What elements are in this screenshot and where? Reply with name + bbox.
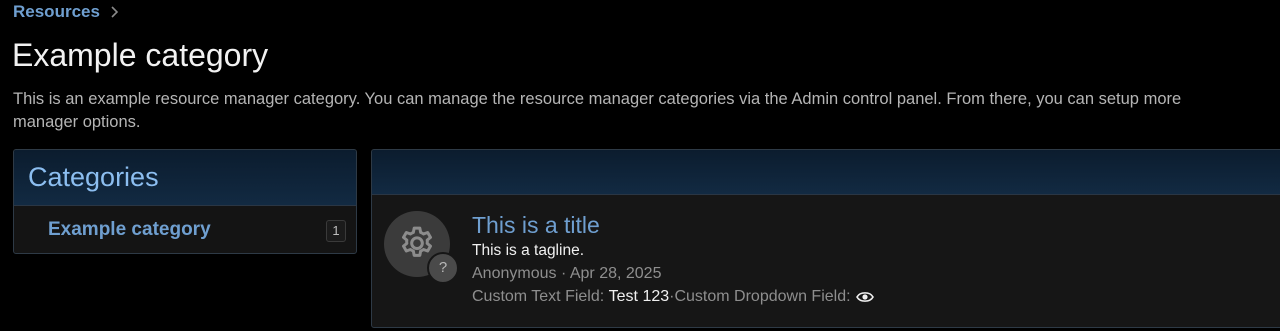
resource-meta: Anonymous · Apr 28, 2025: [472, 264, 661, 284]
sidebar-item-count-badge: 1: [326, 220, 346, 242]
page-description: This is an example resource manager cate…: [13, 88, 1280, 134]
page-description-line-2: manager options.: [13, 113, 141, 131]
resource-date-link[interactable]: Apr 28, 2025: [570, 265, 662, 282]
custom-text-field-label: Custom Text Field:: [472, 288, 605, 305]
breadcrumb-link-resources[interactable]: Resources: [13, 2, 100, 22]
custom-text-field-value: Test 123: [608, 288, 670, 305]
resource-custom-fields: Custom Text Field: Test 123 · Custom Dro…: [472, 287, 874, 307]
categories-sidebar: Categories Example category 1: [13, 149, 357, 254]
breadcrumb: Resources: [13, 2, 121, 22]
page: Resources Example category This is an ex…: [0, 0, 1280, 331]
question-badge: ?: [427, 252, 459, 284]
sidebar-item-example-category[interactable]: Example category 1: [14, 206, 356, 253]
page-title: Example category: [12, 37, 269, 73]
resource-tagline: This is a tagline.: [472, 242, 584, 259]
sidebar-header: Categories: [14, 150, 356, 206]
resource-list-header: [372, 150, 1280, 195]
custom-dropdown-field-label: Custom Dropdown Field:: [674, 288, 851, 305]
chevron-right-icon: [109, 2, 121, 22]
sidebar-item-label: Example category: [48, 218, 211, 240]
resource-list-block: ? This is a title This is a tagline. Ano…: [371, 149, 1280, 328]
page-description-line-1: This is an example resource manager cate…: [13, 90, 1182, 108]
resource-title-link[interactable]: This is a title: [472, 211, 600, 239]
resource-item: ? This is a title This is a tagline. Ano…: [372, 195, 1280, 327]
eye-icon: [855, 290, 874, 304]
resource-author: Anonymous: [472, 265, 557, 282]
meta-separator: ·: [556, 265, 570, 282]
